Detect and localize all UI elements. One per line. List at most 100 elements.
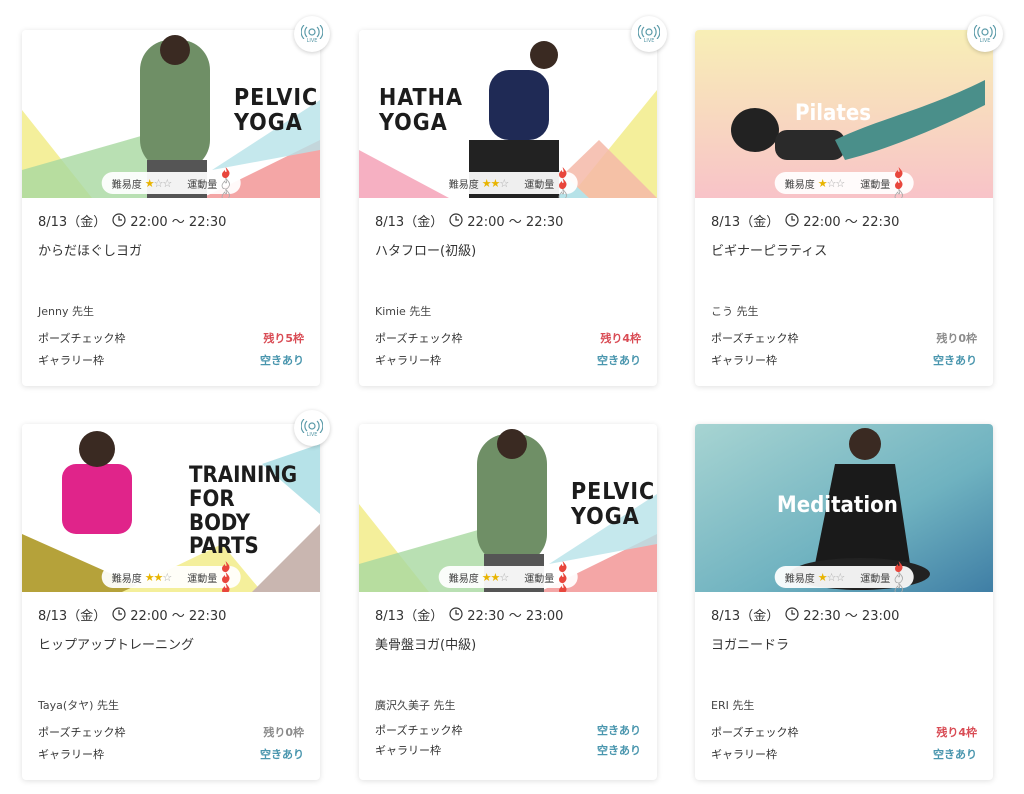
gallery-row: ギャラリー枠 空きあり xyxy=(375,742,641,758)
class-title[interactable]: ビギナーピラティス xyxy=(711,240,977,259)
class-card[interactable]: PELVIC YOGA 難易度 ★☆☆ 運動量 LIVE 8/13（金） 22:… xyxy=(22,16,330,386)
star-icon: ★ xyxy=(817,570,828,584)
clock-icon xyxy=(449,213,463,227)
class-date: 8/13（金） xyxy=(38,214,107,230)
difficulty-badge: 難易度 ★☆☆ 運動量 xyxy=(101,166,241,198)
difficulty-badge: 難易度 ★☆☆ 運動量 xyxy=(774,560,914,592)
star-empty-icon: ☆ xyxy=(162,570,172,584)
class-time: 22:30 〜 23:00 xyxy=(803,608,900,624)
pose-check-label: ポーズチェック枠 xyxy=(711,726,799,739)
live-broadcast-icon xyxy=(301,418,323,433)
intensity-flames xyxy=(893,166,903,198)
class-datetime: 8/13（金） 22:00 〜 22:30 xyxy=(38,606,304,624)
difficulty-badge: 難易度 ★★☆ 運動量 xyxy=(101,560,241,592)
flame-icon xyxy=(221,560,230,572)
pose-check-label: ポーズチェック枠 xyxy=(375,724,463,737)
class-datetime: 8/13（金） 22:00 〜 22:30 xyxy=(375,212,641,230)
class-card[interactable]: PELVIC YOGA 難易度 ★★☆ 運動量 8/13（金） 22:30 〜 … xyxy=(359,424,657,780)
class-datetime: 8/13（金） 22:30 〜 23:00 xyxy=(375,606,641,624)
live-broadcast-icon xyxy=(638,24,660,39)
live-badge: LIVE xyxy=(294,410,330,446)
intensity-label: 運動量 xyxy=(524,179,555,191)
class-card[interactable]: HATHA YOGA 難易度 ★★☆ 運動量 LIVE 8/13（金） 22:0… xyxy=(359,16,667,386)
difficulty-stars: ★★☆ xyxy=(482,177,510,190)
class-thumbnail[interactable]: HATHA YOGA 難易度 ★★☆ 運動量 xyxy=(359,30,657,198)
class-title[interactable]: ヨガニードラ xyxy=(711,634,977,653)
live-label: LIVE xyxy=(306,431,318,438)
class-card[interactable]: Meditation 難易度 ★☆☆ 運動量 8/13（金） 22:30 〜 2… xyxy=(695,424,993,780)
live-badge: LIVE xyxy=(294,16,330,52)
flame-outline-icon xyxy=(894,188,903,198)
class-title[interactable]: からだほぐしヨガ xyxy=(38,240,304,259)
pose-check-status: 空きあり xyxy=(597,724,641,737)
gallery-status: 空きあり xyxy=(260,748,304,761)
flame-outline-icon xyxy=(558,188,567,198)
gallery-row: ギャラリー枠 空きあり xyxy=(711,746,977,762)
flame-icon xyxy=(558,582,567,592)
pose-check-label: ポーズチェック枠 xyxy=(711,332,799,345)
class-title[interactable]: 美骨盤ヨガ(中級) xyxy=(375,634,641,653)
pose-check-status: 残り4枠 xyxy=(936,726,977,739)
flame-icon xyxy=(221,582,230,592)
teacher-name: ERI 先生 xyxy=(711,699,755,712)
clock-icon xyxy=(785,213,799,227)
intensity-label: 運動量 xyxy=(187,573,218,585)
class-thumbnail[interactable]: PELVIC YOGA 難易度 ★★☆ 運動量 xyxy=(359,424,657,592)
intensity-label: 運動量 xyxy=(524,573,555,585)
live-label: LIVE xyxy=(643,37,655,44)
pose-check-row: ポーズチェック枠 残り0枠 xyxy=(711,330,977,346)
difficulty-badge: 難易度 ★☆☆ 運動量 xyxy=(774,166,914,198)
thumbnail-title: Pilates xyxy=(795,101,872,126)
gallery-row: ギャラリー枠 空きあり xyxy=(38,746,304,762)
flame-icon xyxy=(894,166,903,178)
teacher-name: Kimie 先生 xyxy=(375,305,432,318)
star-icon: ★★ xyxy=(144,570,164,584)
class-date: 8/13（金） xyxy=(38,608,107,624)
flame-outline-icon xyxy=(894,582,903,592)
star-empty-icon: ☆☆ xyxy=(826,570,846,584)
class-title[interactable]: ヒップアップトレーニング xyxy=(38,634,304,653)
flame-icon xyxy=(221,166,230,178)
pose-check-label: ポーズチェック枠 xyxy=(375,332,463,345)
class-time: 22:30 〜 23:00 xyxy=(467,608,564,624)
clock-icon xyxy=(449,607,463,621)
gallery-status: 空きあり xyxy=(597,744,641,757)
class-card[interactable]: Pilates 難易度 ★☆☆ 運動量 LIVE 8/13（金） 22:00 〜… xyxy=(695,16,1003,386)
intensity-label: 運動量 xyxy=(187,179,218,191)
difficulty-label: 難易度 xyxy=(448,573,479,585)
clock-icon xyxy=(785,607,799,621)
difficulty-stars: ★☆☆ xyxy=(817,570,846,584)
difficulty-label: 難易度 xyxy=(111,573,142,585)
class-thumbnail[interactable]: PELVIC YOGA 難易度 ★☆☆ 運動量 xyxy=(22,30,320,198)
teacher-name: 廣沢久美子 先生 xyxy=(375,699,456,712)
difficulty-badge: 難易度 ★★☆ 運動量 xyxy=(438,560,578,592)
class-time: 22:00 〜 22:30 xyxy=(130,214,227,230)
difficulty-label: 難易度 xyxy=(111,179,142,191)
clock-icon xyxy=(112,607,126,621)
pose-check-row: ポーズチェック枠 残り4枠 xyxy=(711,724,977,740)
difficulty-stars: ★★☆ xyxy=(482,570,510,584)
class-thumbnail[interactable]: TRAINING FOR BODY PARTS 難易度 ★★☆ 運動量 xyxy=(22,424,320,592)
pose-check-status: 残り0枠 xyxy=(263,726,304,739)
live-badge: LIVE xyxy=(631,16,667,52)
pose-check-status: 残り5枠 xyxy=(263,332,304,345)
live-label: LIVE xyxy=(306,37,318,44)
star-empty-icon: ☆☆ xyxy=(153,176,173,190)
gallery-status: 空きあり xyxy=(933,354,977,367)
star-empty-icon: ☆ xyxy=(499,570,509,584)
class-thumbnail[interactable]: Pilates 難易度 ★☆☆ 運動量 xyxy=(695,30,993,198)
live-broadcast-icon xyxy=(974,24,996,39)
intensity-flames xyxy=(220,166,230,198)
pose-check-row: ポーズチェック枠 残り4枠 xyxy=(375,330,641,346)
live-label: LIVE xyxy=(979,37,991,44)
class-thumbnail[interactable]: Meditation 難易度 ★☆☆ 運動量 xyxy=(695,424,993,592)
class-grid: PELVIC YOGA 難易度 ★☆☆ 運動量 LIVE 8/13（金） 22:… xyxy=(0,0,1024,794)
thumbnail-title: TRAINING FOR BODY PARTS xyxy=(189,463,298,560)
class-card[interactable]: TRAINING FOR BODY PARTS 難易度 ★★☆ 運動量 LIVE xyxy=(22,410,330,780)
pose-check-row: ポーズチェック枠 残り0枠 xyxy=(38,724,304,740)
class-title[interactable]: ハタフロー(初級) xyxy=(375,240,641,259)
pose-check-status: 残り4枠 xyxy=(600,332,641,345)
flame-outline-icon xyxy=(221,177,230,189)
thumbnail-title: PELVIC YOGA xyxy=(571,479,656,530)
gallery-label: ギャラリー枠 xyxy=(375,744,441,757)
